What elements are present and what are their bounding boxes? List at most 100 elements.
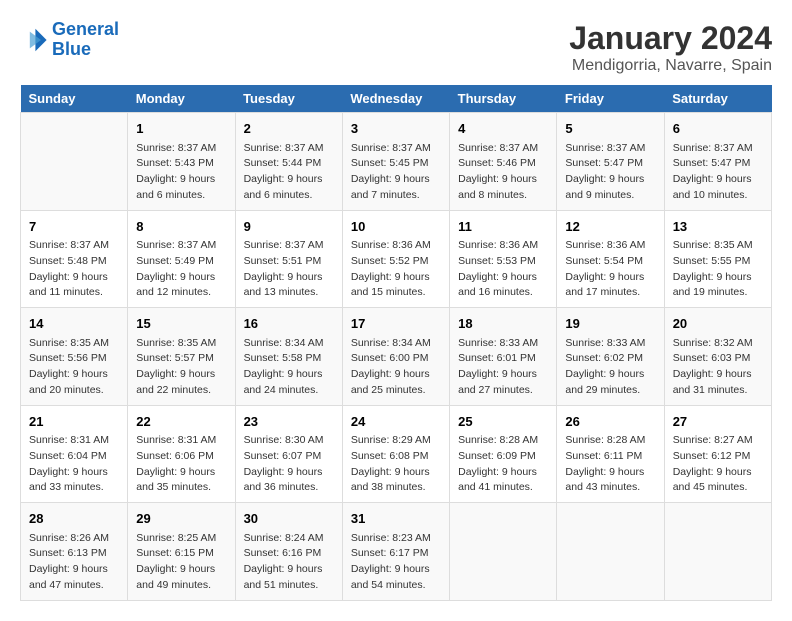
- calendar-cell: 19Sunrise: 8:33 AMSunset: 6:02 PMDayligh…: [557, 308, 664, 406]
- calendar-cell: 14Sunrise: 8:35 AMSunset: 5:56 PMDayligh…: [21, 308, 128, 406]
- calendar-cell: [450, 503, 557, 601]
- cell-info: Sunrise: 8:31 AMSunset: 6:04 PMDaylight:…: [29, 433, 119, 496]
- calendar-cell: 10Sunrise: 8:36 AMSunset: 5:52 PMDayligh…: [342, 210, 449, 308]
- weekday-header: Tuesday: [235, 85, 342, 113]
- cell-info: Sunrise: 8:36 AMSunset: 5:52 PMDaylight:…: [351, 238, 441, 301]
- day-number: 31: [351, 509, 441, 529]
- title-section: January 2024 Mendigorria, Navarre, Spain: [569, 20, 772, 75]
- cell-info: Sunrise: 8:33 AMSunset: 6:02 PMDaylight:…: [565, 336, 655, 399]
- day-number: 14: [29, 314, 119, 334]
- day-number: 11: [458, 217, 548, 237]
- calendar-cell: 18Sunrise: 8:33 AMSunset: 6:01 PMDayligh…: [450, 308, 557, 406]
- calendar-cell: 24Sunrise: 8:29 AMSunset: 6:08 PMDayligh…: [342, 405, 449, 503]
- logo-text: General Blue: [52, 20, 119, 60]
- day-number: 12: [565, 217, 655, 237]
- cell-info: Sunrise: 8:27 AMSunset: 6:12 PMDaylight:…: [673, 433, 763, 496]
- day-number: 15: [136, 314, 226, 334]
- cell-info: Sunrise: 8:35 AMSunset: 5:55 PMDaylight:…: [673, 238, 763, 301]
- calendar-cell: 20Sunrise: 8:32 AMSunset: 6:03 PMDayligh…: [664, 308, 771, 406]
- calendar-cell: 8Sunrise: 8:37 AMSunset: 5:49 PMDaylight…: [128, 210, 235, 308]
- day-number: 25: [458, 412, 548, 432]
- calendar-cell: 29Sunrise: 8:25 AMSunset: 6:15 PMDayligh…: [128, 503, 235, 601]
- calendar-cell: 22Sunrise: 8:31 AMSunset: 6:06 PMDayligh…: [128, 405, 235, 503]
- cell-info: Sunrise: 8:36 AMSunset: 5:54 PMDaylight:…: [565, 238, 655, 301]
- calendar-cell: 3Sunrise: 8:37 AMSunset: 5:45 PMDaylight…: [342, 113, 449, 211]
- calendar-cell: [21, 113, 128, 211]
- day-number: 28: [29, 509, 119, 529]
- day-number: 3: [351, 119, 441, 139]
- day-number: 26: [565, 412, 655, 432]
- calendar-cell: 21Sunrise: 8:31 AMSunset: 6:04 PMDayligh…: [21, 405, 128, 503]
- cell-info: Sunrise: 8:33 AMSunset: 6:01 PMDaylight:…: [458, 336, 548, 399]
- day-number: 4: [458, 119, 548, 139]
- calendar-cell: 26Sunrise: 8:28 AMSunset: 6:11 PMDayligh…: [557, 405, 664, 503]
- calendar-cell: 1Sunrise: 8:37 AMSunset: 5:43 PMDaylight…: [128, 113, 235, 211]
- day-number: 1: [136, 119, 226, 139]
- calendar-cell: 11Sunrise: 8:36 AMSunset: 5:53 PMDayligh…: [450, 210, 557, 308]
- logo-icon: [20, 26, 48, 54]
- day-number: 10: [351, 217, 441, 237]
- day-number: 24: [351, 412, 441, 432]
- cell-info: Sunrise: 8:36 AMSunset: 5:53 PMDaylight:…: [458, 238, 548, 301]
- cell-info: Sunrise: 8:25 AMSunset: 6:15 PMDaylight:…: [136, 531, 226, 594]
- day-number: 5: [565, 119, 655, 139]
- weekday-header: Saturday: [664, 85, 771, 113]
- calendar-cell: 15Sunrise: 8:35 AMSunset: 5:57 PMDayligh…: [128, 308, 235, 406]
- calendar-week-row: 21Sunrise: 8:31 AMSunset: 6:04 PMDayligh…: [21, 405, 772, 503]
- cell-info: Sunrise: 8:28 AMSunset: 6:09 PMDaylight:…: [458, 433, 548, 496]
- cell-info: Sunrise: 8:37 AMSunset: 5:43 PMDaylight:…: [136, 141, 226, 204]
- cell-info: Sunrise: 8:37 AMSunset: 5:51 PMDaylight:…: [244, 238, 334, 301]
- calendar-cell: [664, 503, 771, 601]
- day-number: 17: [351, 314, 441, 334]
- day-number: 29: [136, 509, 226, 529]
- cell-info: Sunrise: 8:37 AMSunset: 5:46 PMDaylight:…: [458, 141, 548, 204]
- cell-info: Sunrise: 8:37 AMSunset: 5:49 PMDaylight:…: [136, 238, 226, 301]
- subtitle: Mendigorria, Navarre, Spain: [569, 57, 772, 75]
- cell-info: Sunrise: 8:37 AMSunset: 5:47 PMDaylight:…: [673, 141, 763, 204]
- cell-info: Sunrise: 8:24 AMSunset: 6:16 PMDaylight:…: [244, 531, 334, 594]
- calendar-cell: [557, 503, 664, 601]
- weekday-header: Friday: [557, 85, 664, 113]
- cell-info: Sunrise: 8:26 AMSunset: 6:13 PMDaylight:…: [29, 531, 119, 594]
- logo-line1: General: [52, 19, 119, 39]
- day-number: 20: [673, 314, 763, 334]
- cell-info: Sunrise: 8:35 AMSunset: 5:56 PMDaylight:…: [29, 336, 119, 399]
- day-number: 13: [673, 217, 763, 237]
- calendar-week-row: 1Sunrise: 8:37 AMSunset: 5:43 PMDaylight…: [21, 113, 772, 211]
- cell-info: Sunrise: 8:37 AMSunset: 5:47 PMDaylight:…: [565, 141, 655, 204]
- day-number: 22: [136, 412, 226, 432]
- day-number: 18: [458, 314, 548, 334]
- calendar-cell: 25Sunrise: 8:28 AMSunset: 6:09 PMDayligh…: [450, 405, 557, 503]
- day-number: 9: [244, 217, 334, 237]
- logo-line2: Blue: [52, 39, 91, 59]
- calendar-cell: 31Sunrise: 8:23 AMSunset: 6:17 PMDayligh…: [342, 503, 449, 601]
- day-number: 7: [29, 217, 119, 237]
- cell-info: Sunrise: 8:37 AMSunset: 5:48 PMDaylight:…: [29, 238, 119, 301]
- calendar-cell: 13Sunrise: 8:35 AMSunset: 5:55 PMDayligh…: [664, 210, 771, 308]
- calendar-cell: 6Sunrise: 8:37 AMSunset: 5:47 PMDaylight…: [664, 113, 771, 211]
- calendar-cell: 30Sunrise: 8:24 AMSunset: 6:16 PMDayligh…: [235, 503, 342, 601]
- calendar-table: SundayMondayTuesdayWednesdayThursdayFrid…: [20, 85, 772, 601]
- header-row: SundayMondayTuesdayWednesdayThursdayFrid…: [21, 85, 772, 113]
- day-number: 21: [29, 412, 119, 432]
- day-number: 27: [673, 412, 763, 432]
- cell-info: Sunrise: 8:37 AMSunset: 5:44 PMDaylight:…: [244, 141, 334, 204]
- calendar-cell: 2Sunrise: 8:37 AMSunset: 5:44 PMDaylight…: [235, 113, 342, 211]
- weekday-header: Sunday: [21, 85, 128, 113]
- calendar-cell: 17Sunrise: 8:34 AMSunset: 6:00 PMDayligh…: [342, 308, 449, 406]
- cell-info: Sunrise: 8:37 AMSunset: 5:45 PMDaylight:…: [351, 141, 441, 204]
- day-number: 8: [136, 217, 226, 237]
- day-number: 30: [244, 509, 334, 529]
- weekday-header: Wednesday: [342, 85, 449, 113]
- weekday-header: Monday: [128, 85, 235, 113]
- calendar-cell: 27Sunrise: 8:27 AMSunset: 6:12 PMDayligh…: [664, 405, 771, 503]
- calendar-cell: 7Sunrise: 8:37 AMSunset: 5:48 PMDaylight…: [21, 210, 128, 308]
- calendar-header: SundayMondayTuesdayWednesdayThursdayFrid…: [21, 85, 772, 113]
- cell-info: Sunrise: 8:34 AMSunset: 5:58 PMDaylight:…: [244, 336, 334, 399]
- calendar-week-row: 14Sunrise: 8:35 AMSunset: 5:56 PMDayligh…: [21, 308, 772, 406]
- calendar-body: 1Sunrise: 8:37 AMSunset: 5:43 PMDaylight…: [21, 113, 772, 601]
- page-header: General Blue January 2024 Mendigorria, N…: [20, 20, 772, 75]
- logo: General Blue: [20, 20, 119, 60]
- calendar-cell: 28Sunrise: 8:26 AMSunset: 6:13 PMDayligh…: [21, 503, 128, 601]
- calendar-cell: 23Sunrise: 8:30 AMSunset: 6:07 PMDayligh…: [235, 405, 342, 503]
